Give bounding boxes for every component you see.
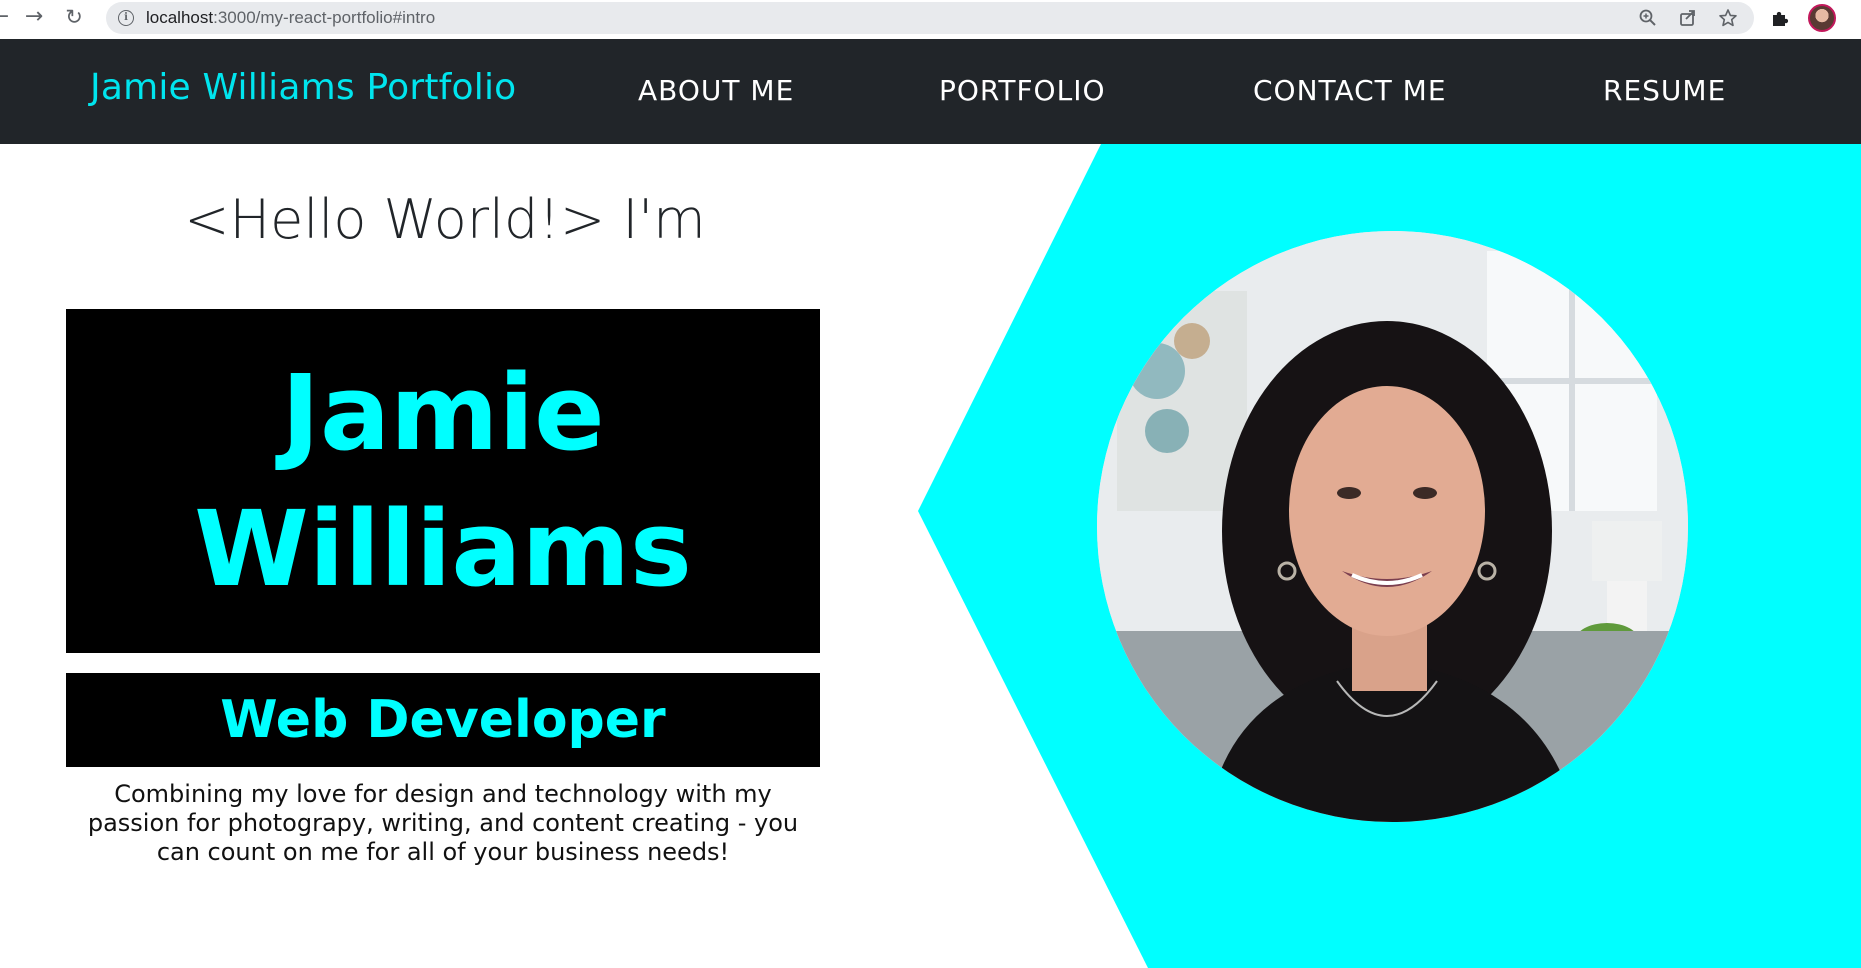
tagline-line: passion for photograpy, writing, and con… <box>87 809 799 837</box>
greeting-heading: <Hello World!> I'm <box>184 188 706 251</box>
profile-photo <box>1097 231 1688 822</box>
bookmark-star-icon[interactable] <box>1718 8 1738 28</box>
site-navbar: Jamie Williams Portfolio ABOUT ME PORTFO… <box>0 39 1861 144</box>
nav-about-me[interactable]: ABOUT ME <box>638 74 794 107</box>
role-title: Web Developer <box>220 690 666 750</box>
name-box: Jamie Williams <box>66 309 820 653</box>
tagline-line: Combining my love for design and technol… <box>114 780 772 808</box>
site-info-icon[interactable]: i <box>118 10 134 26</box>
forward-arrow-icon[interactable]: → <box>22 5 46 29</box>
nav-resume[interactable]: RESUME <box>1603 74 1726 107</box>
nav-portfolio[interactable]: PORTFOLIO <box>939 74 1106 107</box>
back-arrow-icon[interactable]: ← <box>0 5 12 29</box>
url-path: :3000/my-react-portfolio#intro <box>213 8 436 27</box>
brand-title[interactable]: Jamie Williams Portfolio <box>90 67 516 108</box>
tagline: Combining my love for design and technol… <box>66 780 820 867</box>
last-name: Williams <box>194 488 692 610</box>
address-url[interactable]: localhost:3000/my-react-portfolio#intro <box>146 8 435 28</box>
extensions-puzzle-icon[interactable] <box>1769 7 1791 29</box>
tagline-line: can count on me for all of your business… <box>156 838 730 866</box>
reload-icon[interactable]: ↻ <box>62 5 86 29</box>
nav-contact-me[interactable]: CONTACT ME <box>1253 74 1447 107</box>
zoom-icon[interactable] <box>1638 8 1658 28</box>
first-name: Jamie <box>281 352 605 474</box>
browser-toolbar: ← → ↻ i localhost:3000/my-react-portfoli… <box>0 0 1861 39</box>
address-bar[interactable]: i localhost:3000/my-react-portfolio#intr… <box>106 2 1754 34</box>
profile-avatar[interactable] <box>1808 4 1836 32</box>
role-box: Web Developer <box>66 673 820 767</box>
intro-section: <Hello World!> I'm Jamie Williams Web De… <box>0 144 1861 968</box>
share-icon[interactable] <box>1678 8 1698 28</box>
url-host: localhost <box>146 8 214 27</box>
